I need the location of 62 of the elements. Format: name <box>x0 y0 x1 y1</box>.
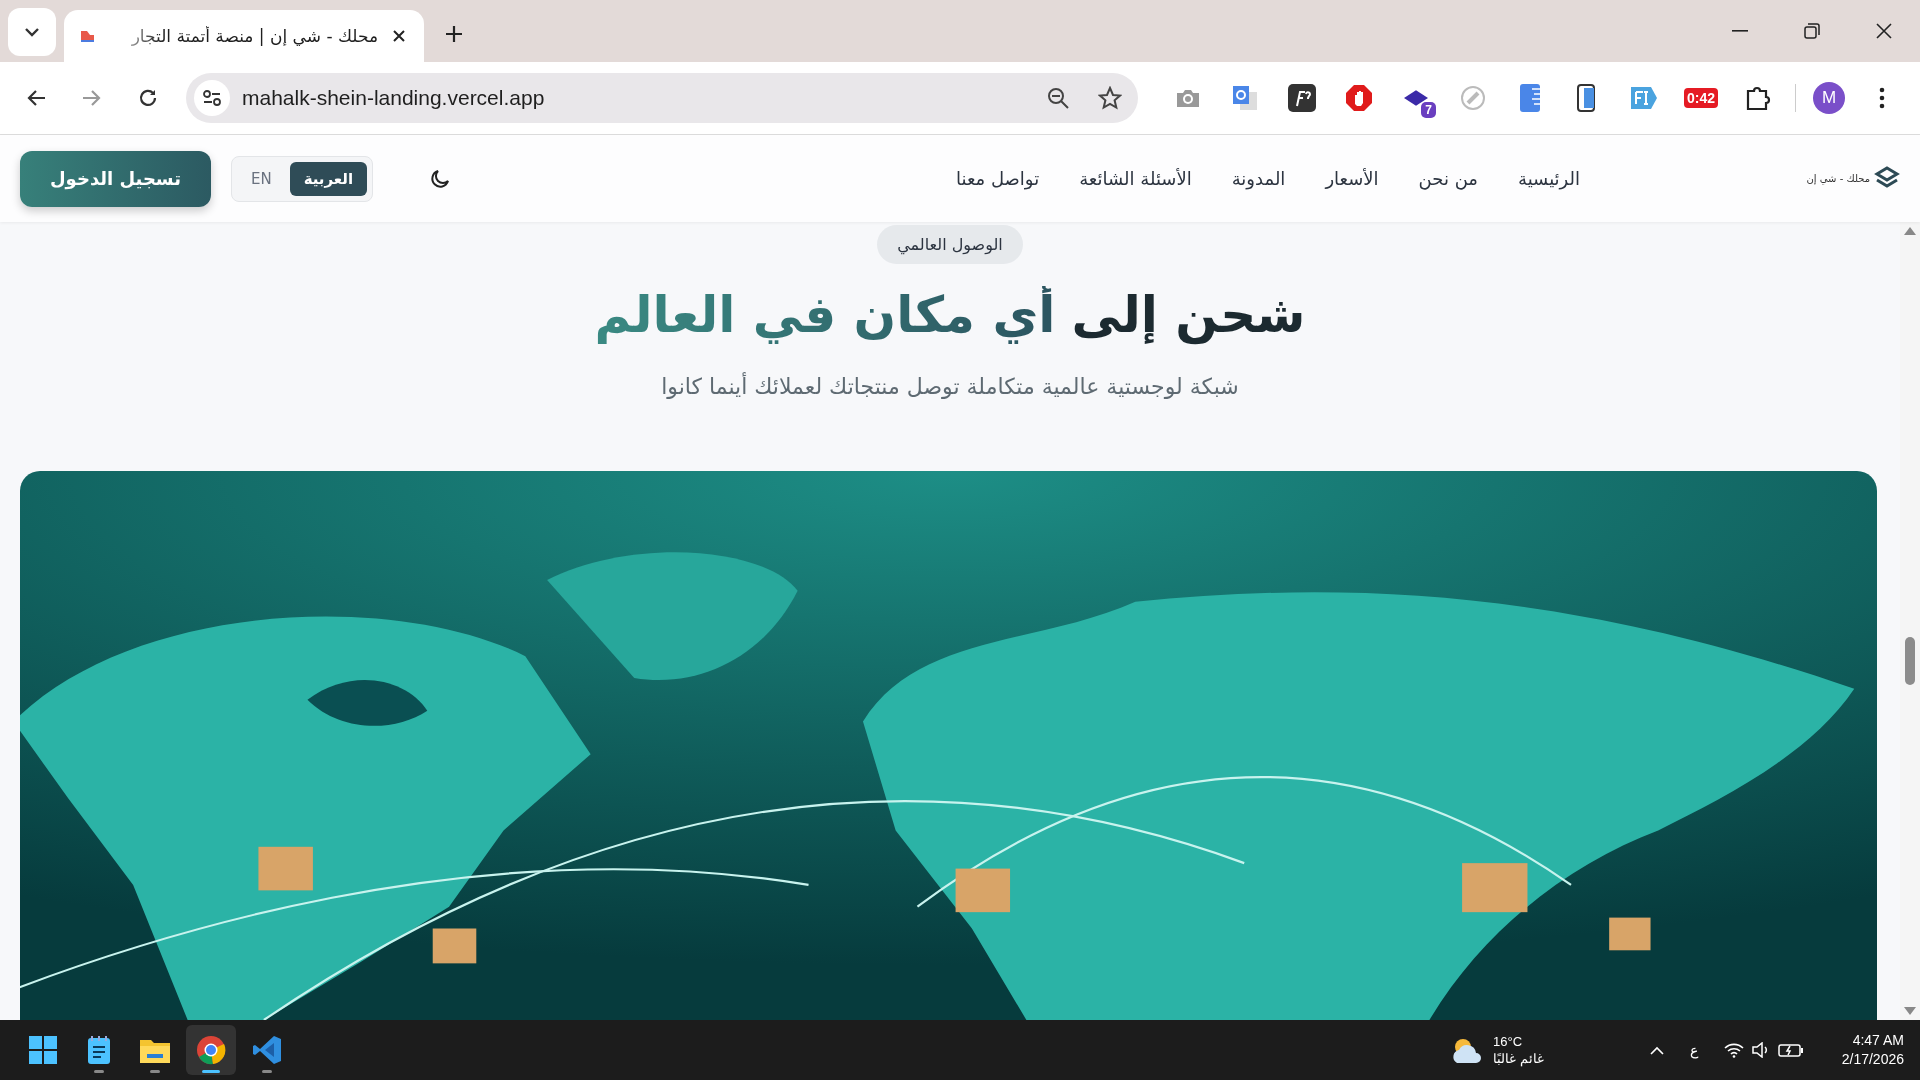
font-icon <box>1288 84 1316 112</box>
url-text: mahalk-shein-landing.vercel.app <box>242 86 546 110</box>
scrollbar[interactable] <box>1900 222 1920 1020</box>
taskbar-app[interactable] <box>186 1025 236 1075</box>
battery-icon <box>1777 1042 1804 1058</box>
scroll-up-icon <box>1904 226 1916 235</box>
reload-icon <box>138 88 158 108</box>
nav-link[interactable]: الأسعار <box>1325 168 1379 189</box>
nav-link[interactable]: المدونة <box>1231 168 1286 189</box>
login-button[interactable]: تسجيل الدخول <box>20 150 211 207</box>
forward-arrow-icon <box>82 89 102 107</box>
close-icon <box>392 29 406 43</box>
restore-icon <box>1804 23 1820 39</box>
zoom-out-icon <box>1046 86 1070 110</box>
minimize-icon <box>1732 30 1748 32</box>
notepad-icon <box>86 1035 112 1065</box>
back-arrow-icon <box>26 89 46 107</box>
input-language-button[interactable]: ع <box>1689 1042 1698 1058</box>
nav-link[interactable]: تواصل معنا <box>956 168 1040 189</box>
plus-icon <box>445 25 463 43</box>
profile-avatar[interactable]: M <box>1813 82 1845 114</box>
nav-link[interactable]: الرئيسية <box>1518 168 1580 189</box>
moon-icon <box>429 167 452 190</box>
language-option[interactable]: EN <box>236 161 286 196</box>
network-button[interactable] <box>1723 1042 1804 1058</box>
nav-link[interactable]: الأسئلة الشائعة <box>1079 168 1192 189</box>
more-vertical-icon <box>1879 87 1885 109</box>
scroll-down-icon <box>1904 1007 1916 1016</box>
time-text: 4:47 AM <box>1852 1031 1904 1050</box>
nav-link[interactable]: من نحن <box>1418 168 1478 189</box>
language-option[interactable]: العربية <box>289 161 368 196</box>
star-icon <box>1098 86 1122 110</box>
weather-condition: غائم غالبًا <box>1493 1050 1544 1067</box>
timer-badge: 0:42 <box>1684 88 1718 108</box>
close-icon <box>1876 23 1892 39</box>
theme-toggle-button[interactable] <box>429 167 452 190</box>
chevron-down-icon <box>24 27 40 37</box>
layers-icon <box>1404 90 1428 106</box>
speaker-icon <box>1751 1042 1770 1058</box>
chevron-up-icon <box>1649 1045 1664 1055</box>
logo-text: محلك - شي إن <box>1806 173 1870 184</box>
hero-title: شحن إلى <box>1071 286 1306 344</box>
stop-hand-icon <box>1345 84 1373 112</box>
scrollbar-thumb[interactable] <box>1905 637 1915 685</box>
hero-subtitle: شبكة لوجستية عالمية متكاملة توصل منتجاتك لعملائك أينما كانوا <box>661 374 1239 399</box>
address-bar[interactable]: mahalk-shein-landing.vercel.app <box>186 73 1138 123</box>
extension-button[interactable]: 0:42 <box>1681 78 1721 118</box>
windows-icon <box>28 1035 58 1065</box>
section-badge: الوصول العالمي <box>877 225 1023 264</box>
ruler-icon <box>1518 83 1542 113</box>
site-settings-icon <box>202 89 222 107</box>
chrome-icon <box>196 1035 226 1065</box>
extension-button[interactable]: 7 <box>1396 78 1436 118</box>
camera-icon <box>1175 87 1201 109</box>
code-editor-icon <box>252 1035 282 1065</box>
wifi-icon <box>1723 1042 1744 1058</box>
clock-button[interactable]: 4:47 AM 2/17/2026 <box>1835 1030 1910 1070</box>
date-text: 2/17/2026 <box>1841 1050 1904 1069</box>
extension-badge: 7 <box>1421 102 1436 118</box>
puzzle-icon <box>1745 85 1771 111</box>
show-hidden-icons-button[interactable] <box>1649 1045 1664 1055</box>
temperature-text: 16°C <box>1493 1033 1524 1050</box>
